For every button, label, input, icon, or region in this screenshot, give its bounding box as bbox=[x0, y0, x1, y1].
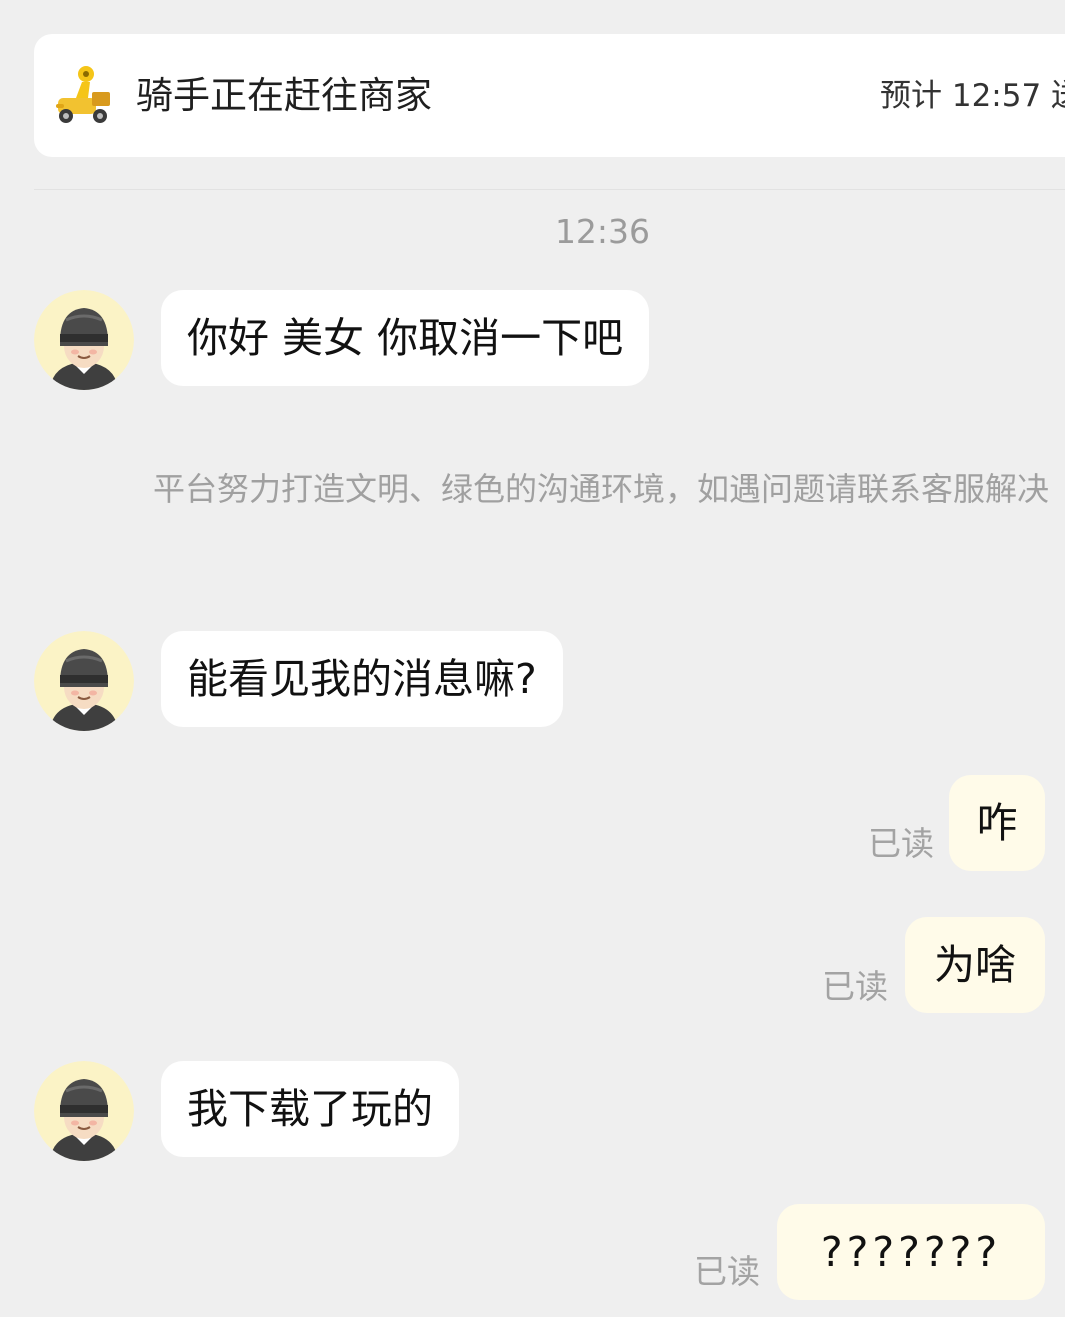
divider bbox=[34, 189, 1065, 190]
estimated-delivery-time: 预计 12:57 送达 bbox=[880, 78, 1065, 114]
rider-scooter-icon bbox=[52, 64, 118, 128]
message-bubble[interactable]: ??????? bbox=[777, 1204, 1045, 1300]
rider-helmet-avatar-icon[interactable] bbox=[34, 1061, 134, 1161]
message-bubble[interactable]: 我下载了玩的 bbox=[161, 1061, 459, 1157]
read-status: 已读 bbox=[868, 824, 934, 863]
message-bubble[interactable]: 能看见我的消息嘛? bbox=[161, 631, 563, 727]
message-bubble[interactable]: 咋 bbox=[949, 775, 1045, 871]
read-status: 已读 bbox=[822, 967, 888, 1006]
platform-notice: 平台努力打造文明、绿色的沟通环境，如遇问题请联系客服解决 bbox=[152, 470, 1049, 508]
order-status-title: 骑手正在赶往商家 bbox=[136, 74, 432, 117]
order-status-card[interactable]: 骑手正在赶往商家 预计 12:57 送达 bbox=[34, 34, 1065, 157]
message-bubble[interactable]: 你好 美女 你取消一下吧 bbox=[161, 290, 650, 386]
read-status: 已读 bbox=[694, 1252, 760, 1291]
chat-timestamp: 12:36 bbox=[554, 212, 651, 251]
message-bubble[interactable]: 为啥 bbox=[905, 917, 1045, 1013]
rider-helmet-avatar-icon[interactable] bbox=[34, 290, 134, 390]
rider-helmet-avatar-icon[interactable] bbox=[34, 631, 134, 731]
